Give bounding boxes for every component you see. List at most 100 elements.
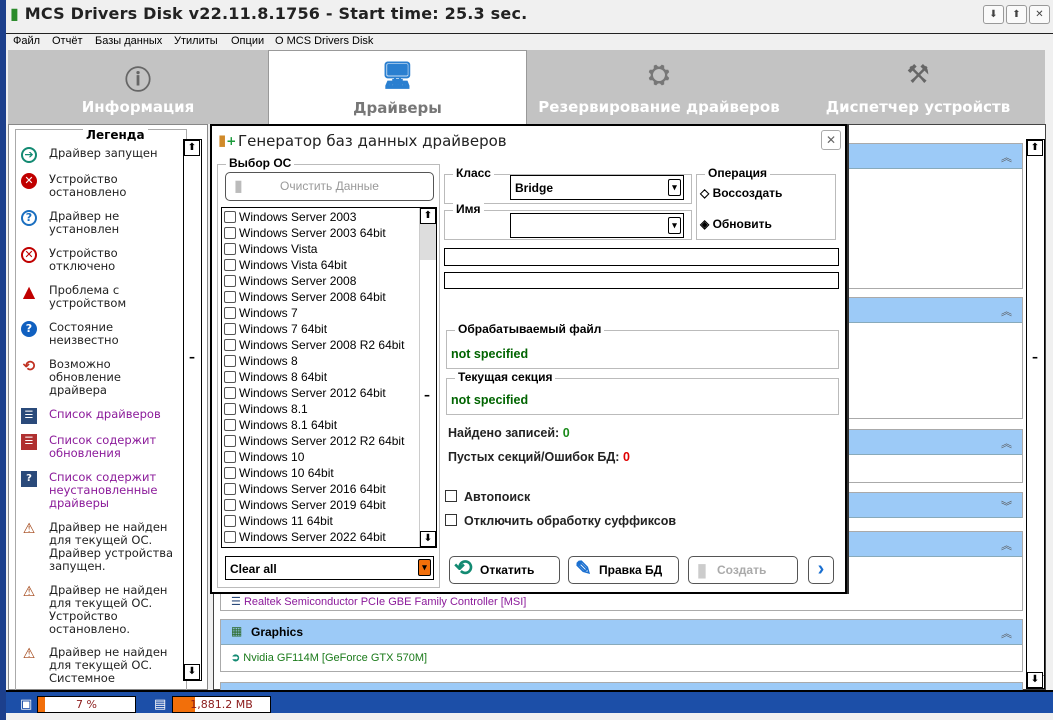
os-checkbox-item[interactable]: Windows 8	[224, 353, 298, 369]
checkbox[interactable]	[224, 387, 236, 399]
checkbox[interactable]	[224, 515, 236, 527]
checkbox[interactable]	[224, 451, 236, 463]
name-combo[interactable]: ▾	[510, 213, 684, 238]
main-scrollbar[interactable]: ⬆ – ⬇	[1026, 139, 1045, 689]
legend-item: ☰ Список содержит обновления	[21, 434, 181, 460]
scroll-thumb[interactable]: –	[1027, 156, 1044, 676]
dropdown-arrow-icon[interactable]: ▾	[668, 179, 681, 196]
device-item[interactable]: ➲ Nvidia GF114M [GeForce GTX 570M]	[231, 651, 427, 664]
tab-drivers[interactable]: 🖥 Драйверы	[268, 50, 527, 124]
os-checkbox-item[interactable]: Windows Server 2019 64bit	[224, 497, 386, 513]
radio-update[interactable]: ◈ Обновить	[700, 217, 772, 231]
legend-item: ✕ Устройство остановлено	[21, 173, 181, 199]
menu-options[interactable]: Опции	[231, 35, 264, 47]
checkbox[interactable]	[224, 275, 236, 287]
os-checkbox-item[interactable]: Windows Server 2012 64bit	[224, 385, 386, 401]
os-checkbox-item[interactable]: Windows Server 2008 R2 64bit	[224, 337, 404, 353]
os-checkbox-item[interactable]: Windows 11 64bit	[224, 513, 333, 529]
legend-item: ? Список содержит неустановленные драйвер…	[21, 471, 181, 510]
device-item[interactable]: ☰ Realtek Semiconductor PCIe GBE Family …	[231, 596, 526, 609]
os-checkbox-item[interactable]: Windows Vista	[224, 241, 317, 257]
dropdown-arrow-icon[interactable]: ▾	[668, 217, 681, 234]
class-combo[interactable]: Bridge ▾	[510, 175, 684, 200]
group-header[interactable]: ▦ Graphics ︽	[221, 620, 1022, 645]
checkbox[interactable]	[224, 259, 236, 271]
os-checkbox-item[interactable]: Windows 10 64bit	[224, 465, 334, 481]
dropdown-arrow-icon[interactable]: ▾	[418, 559, 431, 576]
cpu-icon: ▣	[20, 697, 33, 712]
os-checkbox-item[interactable]: Windows Server 2012 R2 64bit	[224, 433, 404, 449]
maximize-button[interactable]: ⬆	[1006, 5, 1027, 24]
checkbox[interactable]	[224, 435, 236, 447]
scroll-down-button[interactable]: ⬇	[1027, 672, 1043, 688]
checkbox[interactable]	[224, 355, 236, 367]
minimize-button[interactable]: ⬇	[983, 5, 1004, 24]
disable-suffix-checkbox[interactable]: Отключить обработку суффиксов	[445, 514, 676, 528]
checkbox[interactable]	[224, 339, 236, 351]
os-checkbox-item[interactable]: Windows 10	[224, 449, 304, 465]
collapse-icon[interactable]: ︽	[1001, 625, 1012, 641]
current-section-value: not specified	[451, 393, 529, 407]
menu-about[interactable]: О MCS Drivers Disk	[275, 35, 373, 47]
create-button[interactable]: ▮ Создать	[688, 556, 798, 584]
checkbox[interactable]	[224, 371, 236, 383]
checkbox[interactable]	[224, 483, 236, 495]
checkbox[interactable]	[224, 291, 236, 303]
menu-utilities[interactable]: Утилиты	[174, 35, 218, 47]
checkbox[interactable]	[224, 419, 236, 431]
os-checkbox-item[interactable]: Windows 8 64bit	[224, 369, 327, 385]
os-checkbox-item[interactable]: Windows 7 64bit	[224, 321, 327, 337]
scroll-up-button[interactable]: ⬆	[184, 140, 200, 156]
os-checkbox-item[interactable]: Windows 8.1	[224, 401, 308, 417]
close-button[interactable]: ✕	[1029, 5, 1050, 24]
tab-information[interactable]: ⓘ Информация	[8, 50, 268, 124]
collapse-icon[interactable]: ︽	[1001, 303, 1012, 319]
arrow-right-circle-icon: ➲	[231, 652, 241, 664]
checkbox[interactable]	[224, 467, 236, 479]
os-checkbox-item[interactable]: Windows Server 2022 64bit	[224, 529, 386, 545]
clear-data-button[interactable]: ▮ Очистить Данные	[225, 172, 434, 201]
checkbox[interactable]	[224, 499, 236, 511]
collapse-icon[interactable]: ︽	[1001, 435, 1012, 451]
tab-backup[interactable]: ⛭ Резервирование драйверов	[527, 50, 791, 124]
scroll-down-button[interactable]: ⬇	[184, 664, 200, 680]
os-checkbox-item[interactable]: Windows 8.1 64bit	[224, 417, 337, 433]
checkbox[interactable]	[224, 323, 236, 335]
os-checkbox-item[interactable]: Windows Vista 64bit	[224, 257, 347, 273]
scroll-down-button[interactable]: ⬇	[420, 531, 436, 547]
checkbox[interactable]	[224, 211, 236, 223]
warning-arrow-icon: ⚠	[22, 521, 36, 537]
collapse-icon[interactable]: ︽	[1001, 537, 1012, 553]
checkbox[interactable]	[224, 531, 236, 543]
question-outline-icon: ?	[21, 210, 37, 226]
scroll-thumb[interactable]: –	[189, 350, 195, 364]
scroll-thumb[interactable]	[420, 224, 436, 260]
select-all-combo[interactable]: Clear all ▾	[225, 556, 434, 580]
next-button[interactable]: ›	[808, 556, 834, 584]
menu-databases[interactable]: Базы данных	[95, 35, 162, 47]
edit-db-button[interactable]: ✎ Правка БД	[568, 556, 679, 584]
scroll-up-button[interactable]: ⬆	[420, 208, 436, 224]
tab-device-manager[interactable]: ⚒ Диспетчер устройств	[791, 50, 1045, 124]
radio-recreate[interactable]: ◇ Воссоздать	[700, 186, 782, 200]
os-checkbox-item[interactable]: Windows Server 2003 64bit	[224, 225, 386, 241]
os-list-scrollbar[interactable]: ⬆ – ⬇	[419, 208, 436, 547]
collapse-icon[interactable]: ︽	[1001, 149, 1012, 165]
os-checkbox-item[interactable]: Windows Server 2016 64bit	[224, 481, 386, 497]
os-checkbox-item[interactable]: Windows Server 2008 64bit	[224, 289, 386, 305]
checkbox[interactable]	[224, 307, 236, 319]
checkbox[interactable]	[224, 227, 236, 239]
expand-icon[interactable]: ︾	[1001, 498, 1012, 514]
scroll-up-button[interactable]: ⬆	[1027, 140, 1043, 156]
legend-scrollbar[interactable]: ⬆ – ⬇	[183, 139, 202, 681]
os-checkbox-item[interactable]: Windows Server 2008	[224, 273, 356, 289]
autosearch-checkbox[interactable]: Автопоиск	[445, 490, 530, 504]
checkbox[interactable]	[224, 243, 236, 255]
menu-report[interactable]: Отчёт	[52, 35, 82, 47]
checkbox[interactable]	[224, 403, 236, 415]
rollback-button[interactable]: ⟲ Откатить	[449, 555, 560, 584]
os-checkbox-item[interactable]: Windows Server 2003	[224, 209, 356, 225]
dialog-close-button[interactable]: ✕	[821, 130, 841, 150]
os-checkbox-item[interactable]: Windows 7	[224, 305, 298, 321]
menu-file[interactable]: Файл	[13, 35, 40, 47]
